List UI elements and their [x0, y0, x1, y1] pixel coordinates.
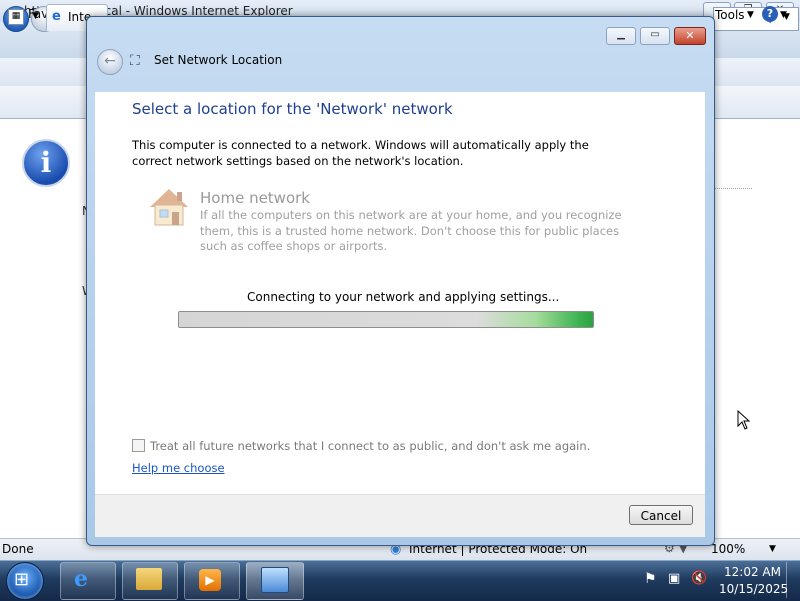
home-network-house-icon[interactable] [146, 185, 192, 229]
tools-dropdown-icon[interactable]: ▼ [747, 10, 754, 20]
volume-muted-icon[interactable]: 🔇 [691, 571, 707, 586]
network-tray-icon[interactable]: ▣ [668, 571, 680, 586]
network-window-icon [261, 567, 289, 593]
zoom-dropdown-icon[interactable]: ▼ [769, 544, 776, 554]
show-desktop-button[interactable] [786, 562, 800, 598]
help-me-choose-link[interactable]: Help me choose [132, 461, 225, 475]
help-icon[interactable]: ? [762, 6, 778, 22]
clock-date[interactable]: 10/15/2025 [719, 582, 788, 596]
divider [714, 188, 752, 189]
dialog-title: Set Network Location [154, 53, 283, 67]
tools-menu[interactable]: Tools [715, 8, 745, 22]
network-icon: ⛶ [130, 53, 140, 69]
progress-bar-fill [179, 312, 593, 327]
cancel-button[interactable]: Cancel [629, 505, 693, 525]
status-text: Done [2, 542, 34, 556]
taskbar-internet-explorer[interactable] [60, 562, 116, 600]
help-dropdown-icon[interactable]: ▼ [780, 10, 787, 20]
media-player-icon: ▶ [199, 569, 221, 591]
clock-time[interactable]: 12:02 AM [724, 565, 781, 579]
tab-list-dropdown[interactable]: ▼ [32, 11, 39, 21]
home-network-option-description: If all the computers on this network are… [200, 208, 622, 253]
zoom-level[interactable]: 100% [711, 542, 745, 556]
info-icon: i [22, 139, 70, 187]
dialog-heading: Select a location for the 'Network' netw… [132, 100, 453, 118]
progress-status-text: Connecting to your network and applying … [247, 290, 560, 304]
windows-logo-icon: ⊞ [14, 569, 30, 590]
home-network-option-title[interactable]: Home network [200, 189, 310, 207]
dialog-back-button[interactable]: ← [97, 49, 123, 75]
treat-as-public-checkbox[interactable] [132, 439, 145, 452]
action-center-flag-icon[interactable]: ⚑ [644, 571, 657, 587]
dialog-minimize-button[interactable]: ▁ [606, 27, 636, 45]
dialog-close-button[interactable]: ✕ [674, 27, 706, 45]
dialog-footer [95, 494, 705, 537]
quick-tabs-icon[interactable]: ▦ [8, 9, 24, 25]
dialog-maximize-button[interactable]: ▭ [640, 27, 670, 45]
progress-bar [178, 311, 594, 328]
internet-explorer-icon: e [74, 566, 88, 592]
tab-ie-icon: e [52, 9, 61, 24]
treat-as-public-label[interactable]: Treat all future networks that I connect… [150, 439, 590, 453]
dialog-description: This computer is connected to a network.… [132, 138, 589, 168]
folder-icon [136, 568, 162, 590]
